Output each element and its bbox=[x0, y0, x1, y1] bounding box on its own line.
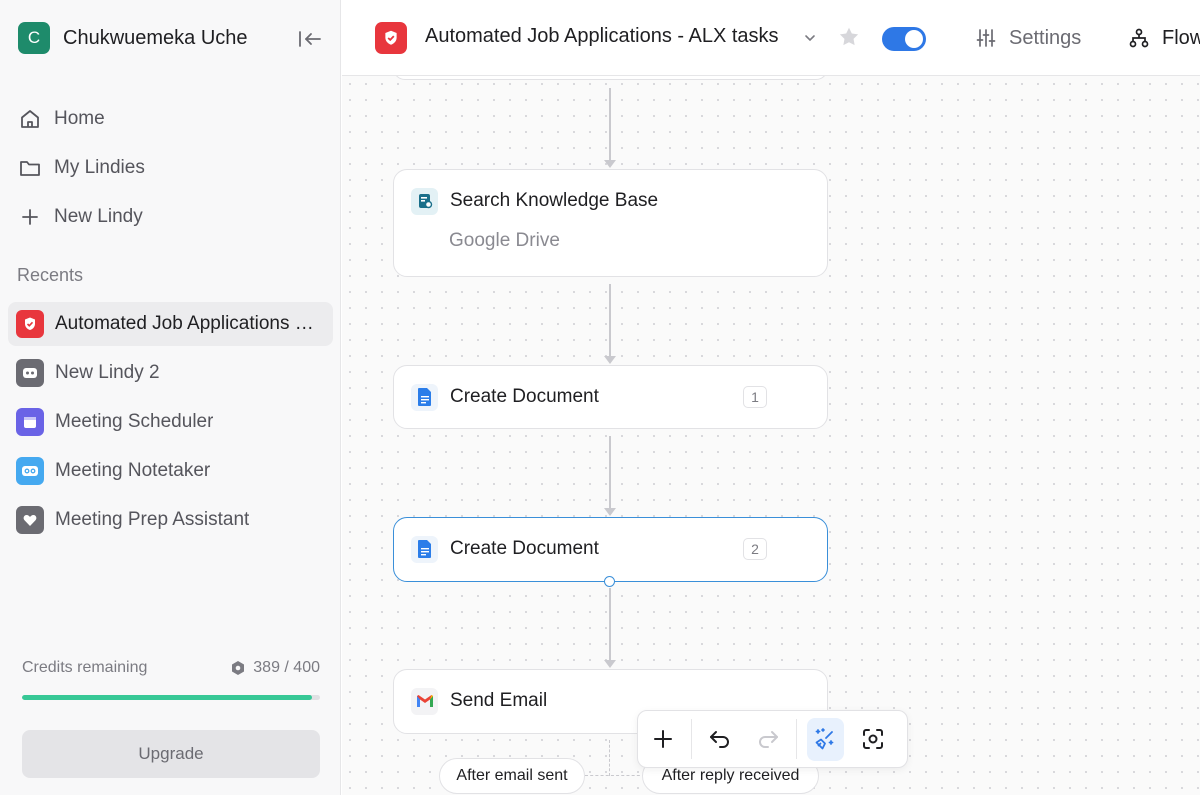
nav-new-lindy[interactable]: New Lindy bbox=[16, 200, 143, 234]
add-step-button[interactable] bbox=[644, 718, 681, 761]
toolbar-divider bbox=[691, 719, 692, 759]
focus-frame-icon bbox=[862, 729, 883, 749]
node-number-badge: 2 bbox=[743, 538, 767, 560]
home-icon bbox=[16, 105, 44, 133]
shield-icon bbox=[375, 22, 407, 54]
nav-my-lindies[interactable]: My Lindies bbox=[16, 151, 145, 185]
recent-item-meeting-scheduler[interactable]: Meeting Scheduler bbox=[8, 400, 333, 444]
node-header: Send Email bbox=[411, 687, 547, 715]
node-number-badge: 1 bbox=[743, 386, 767, 408]
upgrade-button[interactable]: Upgrade bbox=[22, 730, 320, 778]
credits-progress-fill bbox=[22, 695, 312, 700]
redo-icon bbox=[758, 731, 778, 748]
agent-menu-dropdown[interactable] bbox=[800, 28, 820, 48]
credits-hexagon-icon bbox=[232, 661, 245, 675]
recents-heading: Recents bbox=[17, 265, 84, 285]
connector-line bbox=[609, 284, 611, 358]
knowledge-base-icon bbox=[411, 187, 438, 215]
shield-icon bbox=[16, 310, 44, 338]
node-subtitle: Google Drive bbox=[449, 230, 560, 251]
flow-tab[interactable]: Flow bbox=[1128, 22, 1200, 54]
star-icon bbox=[839, 27, 859, 46]
auto-tidy-button[interactable] bbox=[806, 717, 844, 761]
flow-icon bbox=[1129, 28, 1149, 48]
recent-item-meeting-notetaker[interactable]: Meeting Notetaker bbox=[8, 449, 333, 493]
credits-remaining: Credits remaining 389 / 400 bbox=[22, 659, 320, 677]
folder-icon bbox=[16, 154, 44, 182]
flow-node-search-knowledge-base[interactable]: Search Knowledge Base Google Drive bbox=[393, 169, 828, 277]
connector-arrow bbox=[604, 508, 616, 516]
calendar-icon bbox=[16, 408, 44, 436]
chevron-down-icon bbox=[805, 35, 815, 42]
fit-view-button[interactable] bbox=[854, 718, 891, 761]
node-header: Create Document bbox=[411, 383, 599, 411]
google-docs-icon bbox=[411, 535, 438, 563]
magic-broom-icon bbox=[816, 728, 834, 750]
workspace-switcher[interactable]: C Chukwuemeka Uche bbox=[18, 22, 248, 54]
node-title: Send Email bbox=[450, 690, 548, 711]
recent-item-automated-job-applications[interactable]: Automated Job Applications - ALX tasks bbox=[8, 302, 333, 346]
node-header: Search Knowledge Base bbox=[411, 187, 658, 215]
recent-item-meeting-prep-assistant[interactable]: Meeting Prep Assistant bbox=[8, 498, 333, 542]
flow-node-create-document-1[interactable]: Create Document 1 bbox=[393, 365, 828, 429]
robot-icon bbox=[16, 359, 44, 387]
branch-connector bbox=[585, 775, 645, 776]
connector-line bbox=[609, 588, 611, 662]
collapse-sidebar-icon bbox=[299, 31, 321, 47]
connector-arrow bbox=[604, 160, 616, 168]
undo-icon bbox=[710, 731, 730, 748]
credits-progress-bar bbox=[22, 695, 320, 700]
favorite-star-button[interactable] bbox=[836, 24, 862, 50]
credits-value: 389 / 400 bbox=[253, 659, 320, 676]
flow-tab-label: Flow bbox=[1162, 26, 1200, 49]
node-title: Create Document bbox=[450, 538, 599, 559]
flow-canvas[interactable]: Search Knowledge Base Google Drive Creat… bbox=[342, 76, 1200, 795]
agent-header: Automated Job Applications - ALX tasks S… bbox=[342, 0, 1200, 76]
nav-home-label: Home bbox=[54, 108, 105, 129]
plus-icon bbox=[16, 203, 44, 231]
workspace-avatar: C bbox=[18, 22, 50, 54]
recent-item-label: Meeting Prep Assistant bbox=[55, 509, 250, 530]
credits-label: Credits remaining bbox=[22, 659, 148, 676]
plus-icon bbox=[653, 730, 672, 748]
collapse-sidebar-button[interactable] bbox=[296, 26, 324, 52]
google-docs-icon bbox=[411, 383, 438, 411]
sidebar: C Chukwuemeka Uche Home My Lindies New L… bbox=[0, 0, 341, 795]
node-output-port[interactable] bbox=[604, 576, 615, 587]
gmail-icon bbox=[411, 687, 438, 715]
node-title: Search Knowledge Base bbox=[450, 190, 659, 211]
node-title: Create Document bbox=[450, 386, 599, 407]
recent-item-label: Meeting Notetaker bbox=[55, 460, 211, 481]
toolbar-divider bbox=[796, 719, 797, 759]
connector-line bbox=[609, 436, 611, 510]
agent-enabled-toggle[interactable] bbox=[882, 27, 926, 51]
branch-after-email-sent[interactable]: After email sent bbox=[439, 758, 585, 794]
redo-button[interactable] bbox=[749, 718, 786, 761]
flow-node-previous[interactable] bbox=[393, 76, 828, 80]
nav-my-lindies-label: My Lindies bbox=[54, 157, 145, 178]
connector-arrow bbox=[604, 356, 616, 364]
workspace-name: Chukwuemeka Uche bbox=[63, 26, 248, 49]
recent-item-label: Meeting Scheduler bbox=[55, 411, 214, 432]
undo-button[interactable] bbox=[702, 718, 739, 761]
nav-home[interactable]: Home bbox=[16, 102, 105, 136]
canvas-toolbar bbox=[637, 710, 908, 768]
settings-tab-label: Settings bbox=[1009, 26, 1082, 49]
nav-new-lindy-label: New Lindy bbox=[54, 206, 143, 227]
recent-item-label: New Lindy 2 bbox=[55, 362, 160, 383]
heart-icon bbox=[16, 506, 44, 534]
recent-item-label: Automated Job Applications - ALX tasks bbox=[55, 313, 317, 334]
agent-title[interactable]: Automated Job Applications - ALX tasks bbox=[425, 25, 779, 48]
settings-tab[interactable]: Settings bbox=[975, 22, 1081, 54]
connector-arrow bbox=[604, 660, 616, 668]
recorder-icon bbox=[16, 457, 44, 485]
connector-line bbox=[609, 88, 611, 162]
sliders-icon bbox=[976, 29, 996, 47]
recent-item-new-lindy-2[interactable]: New Lindy 2 bbox=[8, 351, 333, 395]
node-header: Create Document bbox=[411, 535, 599, 563]
flow-node-create-document-2[interactable]: Create Document 2 bbox=[393, 517, 828, 582]
branch-connector bbox=[609, 740, 610, 776]
